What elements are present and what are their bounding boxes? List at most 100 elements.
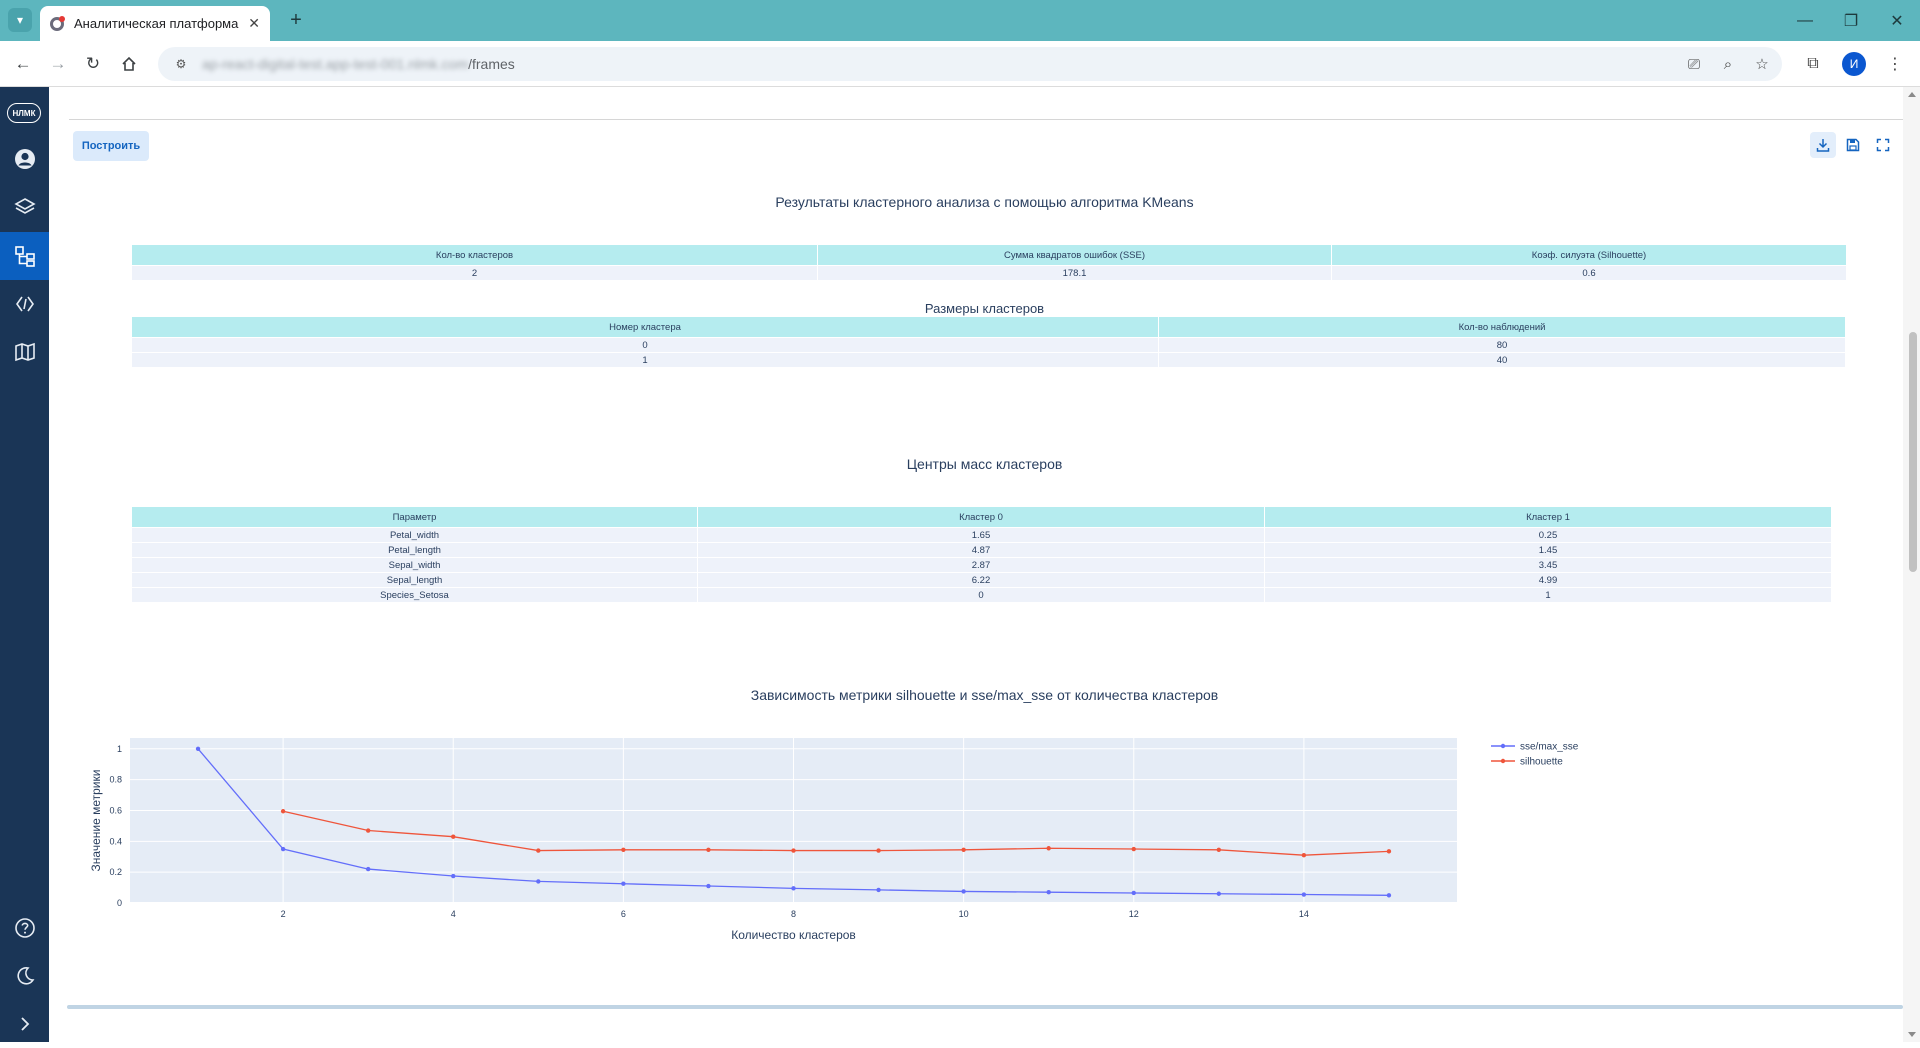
sidebar-item-profile[interactable] (0, 135, 49, 183)
favicon-icon (50, 15, 65, 31)
scroll-down-icon[interactable] (1908, 1032, 1916, 1037)
data-point[interactable] (280, 809, 286, 814)
reload-icon[interactable]: ↻ (80, 51, 106, 77)
y-tick-label: 0.4 (109, 836, 122, 846)
install-app-icon[interactable]: ⎚ (1684, 54, 1704, 74)
data-point[interactable] (1301, 892, 1307, 897)
app-sidebar: НЛМК (0, 87, 49, 1042)
data-point[interactable] (961, 889, 966, 894)
minimize-icon[interactable]: — (1782, 0, 1828, 41)
x-tick-label: 2 (281, 909, 286, 919)
user-icon (14, 149, 35, 169)
new-tab-icon[interactable]: + (284, 8, 308, 32)
data-point[interactable] (706, 847, 711, 852)
sidebar-item-expand[interactable] (0, 1000, 49, 1048)
address-bar[interactable]: ⚙ ap-react-digital-test.app-test-001.nlm… (158, 47, 1782, 81)
data-point[interactable] (365, 866, 371, 872)
legend-swatch (1500, 758, 1506, 764)
sidebar-item-frames[interactable] (0, 232, 49, 280)
data-point[interactable] (451, 834, 456, 839)
data-point[interactable] (1386, 893, 1392, 898)
data-point[interactable] (1386, 849, 1392, 854)
chart-legend[interactable]: sse/max_sse silhouette (1491, 742, 1579, 768)
moon-icon (16, 967, 34, 985)
x-tick-label: 12 (1129, 909, 1139, 919)
browser-tab-bar: ▾ Аналитическая платформа ✕ + — ❐ ✕ (0, 0, 1920, 41)
data-point[interactable] (1216, 847, 1222, 852)
sidebar-item-layers[interactable] (0, 183, 49, 231)
extensions-icon[interactable]: ⧉ (1800, 51, 1826, 77)
tab-title: Аналитическая платформа (74, 16, 239, 31)
x-tick-label: 10 (959, 909, 969, 919)
layers-icon (13, 198, 36, 214)
bookmark-star-icon[interactable]: ☆ (1752, 54, 1772, 74)
profile-avatar[interactable]: И (1842, 52, 1866, 76)
code-icon (15, 296, 34, 312)
data-point[interactable] (280, 846, 286, 852)
main-content: Построить Результаты кластерного анализа… (49, 87, 1920, 1042)
legend-entry[interactable]: silhouette (1520, 757, 1563, 768)
chevron-right-icon (20, 1017, 29, 1031)
data-point[interactable] (536, 879, 541, 884)
tab-search-chevron-icon[interactable]: ▾ (8, 8, 32, 32)
frames-icon (14, 246, 35, 267)
line-chart: Количество кластеров Значение метрики 0 0… (89, 738, 1579, 942)
horizontal-scroll-bar[interactable] (67, 1005, 1903, 1009)
sidebar-item-code[interactable] (0, 280, 49, 328)
y-tick-label: 0.2 (109, 867, 122, 877)
x-tick-label: 6 (621, 909, 626, 919)
window-controls: — ❐ ✕ (1782, 0, 1920, 41)
data-point[interactable] (451, 873, 456, 879)
data-point[interactable] (195, 746, 201, 751)
y-tick-label: 1 (117, 744, 122, 754)
data-point[interactable] (621, 847, 626, 852)
help-icon (14, 918, 35, 938)
zoom-icon[interactable]: ⌕ (1718, 54, 1738, 74)
browser-menu-icon[interactable]: ⋮ (1882, 51, 1908, 77)
browser-toolbar: ← → ↻ ⚙ ap-react-digital-test.app-test-0… (0, 41, 1920, 87)
data-point[interactable] (1046, 890, 1051, 895)
sidebar-item-theme[interactable] (0, 952, 49, 1000)
site-info-icon[interactable]: ⚙ (172, 55, 190, 73)
data-point[interactable] (536, 848, 541, 853)
scrollbar-thumb[interactable] (1909, 332, 1917, 572)
data-point[interactable] (876, 887, 881, 893)
url-path: /frames (468, 56, 515, 72)
data-point[interactable] (791, 886, 796, 891)
restore-icon[interactable]: ❐ (1828, 0, 1874, 41)
data-point[interactable] (961, 847, 966, 852)
legend-entry[interactable]: sse/max_sse (1520, 742, 1579, 753)
data-point[interactable] (876, 848, 881, 853)
y-tick-label: 0.8 (109, 775, 122, 785)
y-axis-label: Значение метрики (89, 770, 103, 872)
url-host: ap-react-digital-test.app-test-001.nlmk.… (202, 56, 469, 72)
data-point[interactable] (1131, 890, 1136, 896)
data-point[interactable] (1131, 846, 1136, 852)
scroll-up-icon[interactable] (1908, 92, 1916, 97)
data-point[interactable] (1301, 852, 1307, 858)
data-point[interactable] (791, 848, 796, 853)
close-window-icon[interactable]: ✕ (1874, 0, 1920, 41)
map-icon (14, 342, 35, 362)
y-tick-label: 0.6 (109, 805, 122, 815)
page-scrollbar[interactable] (1903, 87, 1920, 1042)
data-point[interactable] (706, 883, 711, 889)
y-tick-label: 0 (117, 898, 122, 908)
data-point[interactable] (1046, 846, 1051, 851)
x-tick-label: 8 (791, 909, 796, 919)
forward-icon[interactable]: → (45, 51, 71, 77)
x-tick-label: 4 (451, 909, 456, 919)
data-point[interactable] (365, 828, 371, 833)
data-point[interactable] (621, 881, 626, 886)
data-point[interactable] (1216, 891, 1222, 896)
home-icon[interactable] (116, 51, 142, 77)
sidebar-item-help[interactable] (0, 904, 49, 952)
legend-swatch (1500, 743, 1506, 749)
x-tick-label: 14 (1299, 909, 1309, 919)
company-logo: НЛМК (7, 103, 41, 123)
browser-tab[interactable]: Аналитическая платформа ✕ (40, 6, 270, 41)
back-icon[interactable]: ← (10, 51, 36, 77)
close-tab-icon[interactable]: ✕ (248, 15, 260, 32)
sidebar-item-map[interactable] (0, 328, 49, 376)
x-axis-label: Количество кластеров (731, 928, 856, 942)
